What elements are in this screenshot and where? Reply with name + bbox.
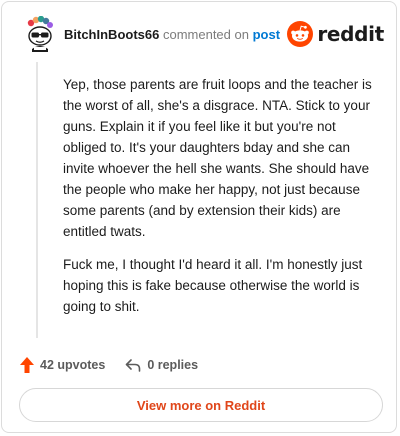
replies-button[interactable]: 0 replies — [125, 358, 198, 372]
comment-body: Yep, those parents are fruit loops and t… — [63, 74, 381, 329]
upvote-arrow-icon — [20, 357, 34, 373]
reply-arrow-icon — [126, 359, 141, 372]
upvote-count: 42 upvotes — [40, 358, 106, 372]
comment-header: BitchInBoots66 commented on post reddit — [18, 14, 384, 54]
comment-actions: 42 upvotes 0 replies — [19, 354, 198, 376]
reddit-snoo-icon — [287, 21, 314, 47]
upvote-button[interactable]: 42 upvotes — [19, 356, 105, 374]
comment-paragraph-2: Fuck me, I thought I'd heard it all. I'm… — [63, 257, 363, 314]
reddit-wordmark: reddit — [317, 22, 384, 46]
post-link[interactable]: post — [253, 27, 280, 42]
reply-count: 0 replies — [147, 358, 199, 372]
view-more-button[interactable]: View more on Reddit — [19, 388, 383, 422]
reddit-logo[interactable]: reddit — [287, 20, 384, 48]
thread-line — [36, 62, 38, 338]
comment-paragraph-1: Yep, those parents are fruit loops and t… — [63, 77, 372, 239]
comment-byline: BitchInBoots66 commented on post — [64, 27, 280, 42]
avatar[interactable] — [22, 15, 58, 52]
snoo-avatar-icon — [27, 15, 53, 52]
comment-embed-card: BitchInBoots66 commented on post reddit … — [1, 1, 397, 433]
commented-on-text: commented on — [162, 27, 249, 42]
comment-author[interactable]: BitchInBoots66 — [64, 27, 159, 42]
